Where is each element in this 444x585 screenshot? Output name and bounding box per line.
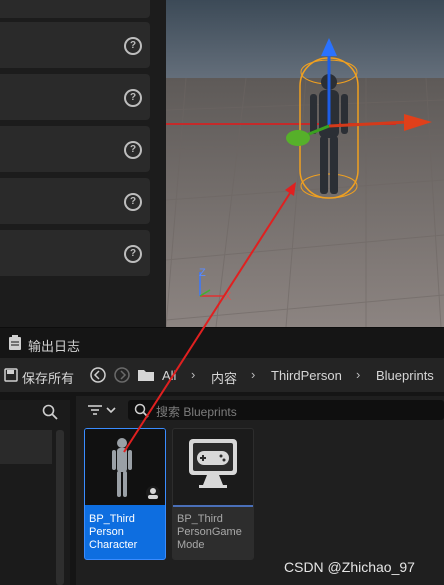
- gamepad-monitor-icon: [189, 439, 237, 488]
- sources-selected-row[interactable]: [0, 430, 52, 464]
- asset-name: BP_Third PersonGame Mode: [177, 513, 242, 551]
- watermark: CSDN @Zhichao_97: [284, 559, 415, 575]
- sky: [166, 0, 444, 90]
- help-icon[interactable]: ?: [124, 141, 142, 159]
- breadcrumb-separator: ›: [191, 367, 196, 382]
- breadcrumb-all[interactable]: All: [162, 368, 176, 383]
- help-icon[interactable]: ?: [124, 89, 142, 107]
- search-icon: [134, 403, 149, 418]
- axis-x-label: X: [224, 291, 232, 303]
- save-icon: [4, 368, 18, 382]
- sources-scrollbar[interactable]: [56, 430, 64, 585]
- asset-tile-character[interactable]: BP_Third Person Character: [84, 428, 166, 560]
- back-icon[interactable]: [90, 367, 106, 383]
- search-placeholder: 搜索 Blueprints: [156, 405, 237, 419]
- bottom-tab-bar: 输出日志: [0, 327, 444, 358]
- content-browser-toolbar: 保存所有 All › 内容 › ThirdPerson › Blueprints: [0, 358, 444, 392]
- axis-z-label: Z: [199, 267, 206, 279]
- setting-row[interactable]: ?: [0, 22, 150, 68]
- breadcrumb-separator: ›: [251, 367, 256, 382]
- help-icon[interactable]: ?: [124, 245, 142, 263]
- floor-plane: [166, 78, 444, 327]
- output-log-tab[interactable]: 输出日志: [28, 336, 80, 355]
- details-panel: ? ? ? ? ?: [0, 0, 166, 327]
- setting-row[interactable]: ?: [0, 230, 150, 276]
- level-viewport[interactable]: Z X: [166, 0, 444, 327]
- breadcrumb-separator: ›: [356, 367, 361, 382]
- character-thumbnail-icon: [85, 429, 165, 505]
- sources-panel: [0, 400, 70, 585]
- asset-tile-gamemode[interactable]: BP_Third PersonGame Mode: [172, 428, 254, 560]
- folder-icon: [138, 370, 154, 381]
- setting-row[interactable]: ?: [0, 126, 150, 172]
- breadcrumb-thirdperson[interactable]: ThirdPerson: [271, 368, 342, 383]
- filter-icon[interactable]: [86, 402, 120, 418]
- help-icon[interactable]: ?: [124, 37, 142, 55]
- asset-thumbnail: [173, 429, 253, 507]
- save-all-button[interactable]: 保存所有: [22, 368, 74, 387]
- setting-row[interactable]: ?: [0, 178, 150, 224]
- asset-thumbnail: [85, 429, 165, 505]
- breadcrumb-content[interactable]: 内容: [211, 368, 237, 387]
- setting-row[interactable]: [0, 0, 150, 18]
- setting-row[interactable]: ?: [0, 74, 150, 120]
- asset-name: BP_Third Person Character: [89, 513, 138, 551]
- help-icon[interactable]: ?: [124, 193, 142, 211]
- forward-icon[interactable]: [114, 367, 130, 383]
- breadcrumb-blueprints[interactable]: Blueprints: [376, 368, 434, 383]
- clipboard-icon: [9, 335, 21, 350]
- search-icon[interactable]: [42, 404, 58, 420]
